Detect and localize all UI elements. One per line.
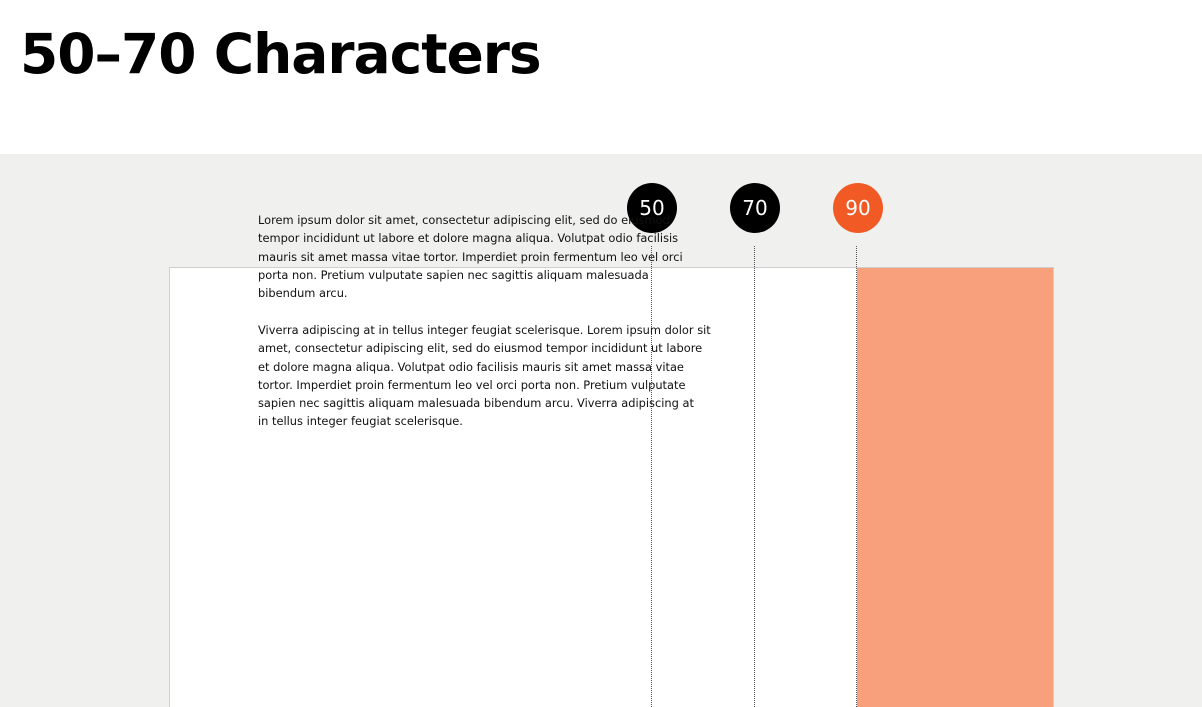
marker-90: 90 bbox=[833, 183, 883, 233]
sample-paragraph-1: Lorem ipsum dolor sit amet, consectetur … bbox=[258, 213, 683, 301]
guide-line-90 bbox=[856, 246, 857, 707]
sample-paragraph-2: Viverra adipiscing at in tellus integer … bbox=[258, 323, 711, 429]
overflow-zone bbox=[857, 268, 1053, 707]
guide-line-70 bbox=[754, 246, 755, 707]
page-title: 50–70 Characters bbox=[20, 22, 542, 86]
guide-line-50 bbox=[651, 246, 652, 707]
